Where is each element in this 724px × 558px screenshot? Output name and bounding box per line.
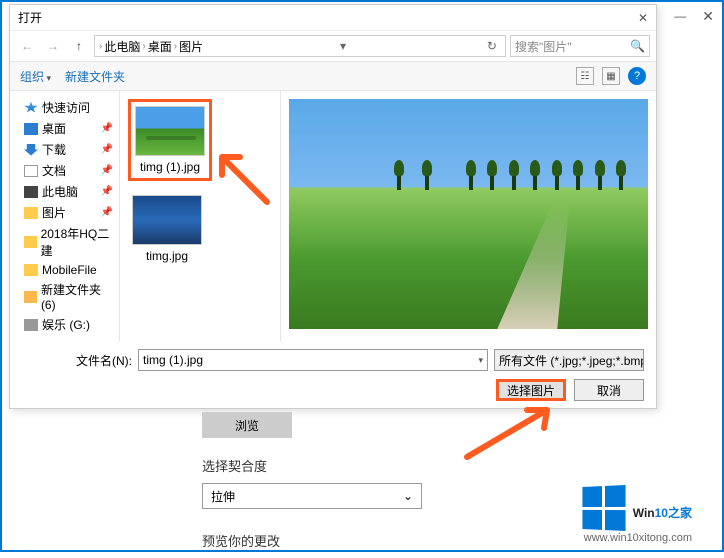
- sidebar-item-label: 图片: [42, 204, 66, 221]
- address-bar-row: ← → ↑ › 此电脑 › 桌面 › 图片 ▾ ↻ 搜索"图片" 🔍: [10, 31, 656, 61]
- fit-label: 选择契合度: [202, 456, 712, 475]
- folder-icon: [24, 264, 38, 276]
- sidebar-item-label: 新建文件夹 (6): [41, 281, 113, 312]
- desktop-icon: [24, 123, 38, 135]
- button-label: 取消: [597, 382, 621, 399]
- drive-icon: [24, 319, 38, 331]
- search-icon[interactable]: 🔍: [630, 39, 645, 53]
- breadcrumb-item[interactable]: 桌面: [148, 38, 172, 55]
- logo-text: Win10之家: [633, 493, 692, 524]
- pin-icon: 📌: [101, 165, 113, 176]
- image-thumbnail: [135, 106, 205, 156]
- file-item[interactable]: timg.jpg: [128, 191, 206, 267]
- filename-input[interactable]: timg (1).jpg ▾: [138, 349, 488, 371]
- toolbar: 组织 新建文件夹 ☷ ▦ ?: [10, 61, 656, 91]
- breadcrumb-item[interactable]: 图片: [179, 38, 203, 55]
- view-list-icon[interactable]: ▦: [602, 67, 620, 85]
- chevron-down-icon[interactable]: ▾: [478, 355, 483, 366]
- sidebar-item-folder[interactable]: 新建文件夹 (6): [10, 279, 119, 314]
- file-grid[interactable]: timg (1).jpg timg.jpg: [120, 91, 280, 341]
- dialog-bottom: 文件名(N): timg (1).jpg ▾ 所有文件 (*.jpg;*.jpe…: [10, 341, 656, 409]
- dropdown-icon[interactable]: ▾: [336, 39, 350, 53]
- sidebar-item-folder[interactable]: MobileFile: [10, 261, 119, 279]
- logo-url: www.win10xitong.com: [584, 532, 692, 544]
- chevron-down-icon[interactable]: ⌄: [403, 489, 413, 503]
- fit-select[interactable]: 拉伸 ⌄: [202, 483, 422, 509]
- filetype-filter[interactable]: 所有文件 (*.jpg;*.jpeg;*.bmp;*. ▾: [494, 349, 644, 371]
- window-controls: ✕: [638, 11, 648, 25]
- minimize-icon[interactable]: —: [674, 9, 686, 23]
- sidebar-item-documents[interactable]: 文档 📌: [10, 160, 119, 181]
- file-name: timg.jpg: [146, 249, 188, 263]
- pin-icon: 📌: [101, 207, 113, 218]
- preview-pane: [280, 91, 656, 341]
- button-label: 浏览: [235, 417, 259, 434]
- star-icon: [24, 102, 38, 114]
- sidebar: 快速访问 桌面 📌 下载 📌 文档 📌 此电脑 📌 图片 📌 2018年HQ二建 Mobi…: [10, 91, 120, 341]
- chevron-right-icon: ›: [99, 41, 102, 52]
- sidebar-item-label: 文档: [42, 162, 66, 179]
- chevron-right-icon: ›: [174, 41, 177, 52]
- fit-value: 拉伸: [211, 488, 235, 505]
- folder-icon: [24, 291, 37, 303]
- sidebar-item-quick-access[interactable]: 快速访问: [10, 97, 119, 118]
- filename-value: timg (1).jpg: [143, 353, 203, 367]
- up-button[interactable]: ↑: [68, 35, 90, 57]
- folder-icon: [24, 236, 37, 248]
- pin-icon: 📌: [101, 186, 113, 197]
- back-button[interactable]: ←: [16, 35, 38, 57]
- folder-icon: [24, 207, 38, 219]
- sidebar-item-pictures[interactable]: 图片 📌: [10, 202, 119, 223]
- pin-icon: 📌: [101, 123, 113, 134]
- windows-icon: [582, 485, 625, 531]
- sidebar-item-thispc[interactable]: 此电脑 📌: [10, 181, 119, 202]
- sidebar-item-label: MobileFile: [42, 263, 97, 277]
- watermark-logo: Win10之家: [581, 486, 692, 530]
- breadcrumb-item[interactable]: 此电脑: [104, 38, 140, 55]
- sidebar-item-label: 下载: [42, 141, 66, 158]
- sidebar-item-label: 2018年HQ二建: [41, 225, 113, 259]
- search-input[interactable]: 搜索"图片" 🔍: [510, 35, 650, 57]
- filter-text: 所有文件 (*.jpg;*.jpeg;*.bmp;*.: [499, 352, 644, 369]
- view-mode-icon[interactable]: ☷: [576, 67, 594, 85]
- sidebar-item-drive[interactable]: 娱乐 (G:): [10, 314, 119, 335]
- breadcrumb[interactable]: › 此电脑 › 桌面 › 图片 ▾ ↻: [94, 35, 506, 57]
- sidebar-item-folder[interactable]: 2018年HQ二建: [10, 223, 119, 261]
- filename-row: 文件名(N): timg (1).jpg ▾ 所有文件 (*.jpg;*.jpe…: [22, 349, 644, 371]
- download-icon: [24, 144, 38, 156]
- file-name: timg (1).jpg: [140, 160, 200, 174]
- preview-image: [289, 99, 648, 329]
- forward-button: →: [42, 35, 64, 57]
- search-placeholder: 搜索"图片": [515, 38, 572, 55]
- sidebar-item-label: 此电脑: [42, 183, 78, 200]
- chevron-right-icon: ›: [142, 41, 145, 52]
- filename-label: 文件名(N):: [22, 352, 132, 369]
- close-icon[interactable]: ✕: [638, 11, 648, 25]
- button-row: 选择图片 取消: [22, 379, 644, 401]
- dialog-titlebar: 打开 ✕: [10, 5, 656, 31]
- refresh-icon[interactable]: ↻: [483, 39, 501, 53]
- sidebar-item-desktop[interactable]: 桌面 📌: [10, 118, 119, 139]
- dialog-body: 快速访问 桌面 📌 下载 📌 文档 📌 此电脑 📌 图片 📌 2018年HQ二建 Mobi…: [10, 91, 656, 341]
- image-thumbnail: [132, 195, 202, 245]
- browse-button[interactable]: 浏览: [202, 412, 292, 438]
- sidebar-item-label: 快速访问: [42, 99, 90, 116]
- help-icon[interactable]: ?: [628, 67, 646, 85]
- pin-icon: 📌: [101, 144, 113, 155]
- file-item-selected[interactable]: timg (1).jpg: [128, 99, 212, 181]
- organize-menu[interactable]: 组织: [20, 68, 51, 85]
- button-label: 选择图片: [507, 382, 555, 399]
- file-open-dialog: 打开 ✕ ← → ↑ › 此电脑 › 桌面 › 图片 ▾ ↻ 搜索"图片" 🔍 …: [9, 4, 657, 409]
- cancel-button[interactable]: 取消: [574, 379, 644, 401]
- close-icon[interactable]: ✕: [702, 8, 714, 25]
- dialog-title: 打开: [18, 9, 638, 26]
- document-icon: [24, 165, 38, 177]
- open-button[interactable]: 选择图片: [496, 379, 566, 401]
- sidebar-item-label: 桌面: [42, 120, 66, 137]
- sidebar-item-label: 娱乐 (G:): [42, 316, 90, 333]
- sidebar-item-downloads[interactable]: 下载 📌: [10, 139, 119, 160]
- new-folder-button[interactable]: 新建文件夹: [65, 68, 125, 85]
- computer-icon: [24, 186, 38, 198]
